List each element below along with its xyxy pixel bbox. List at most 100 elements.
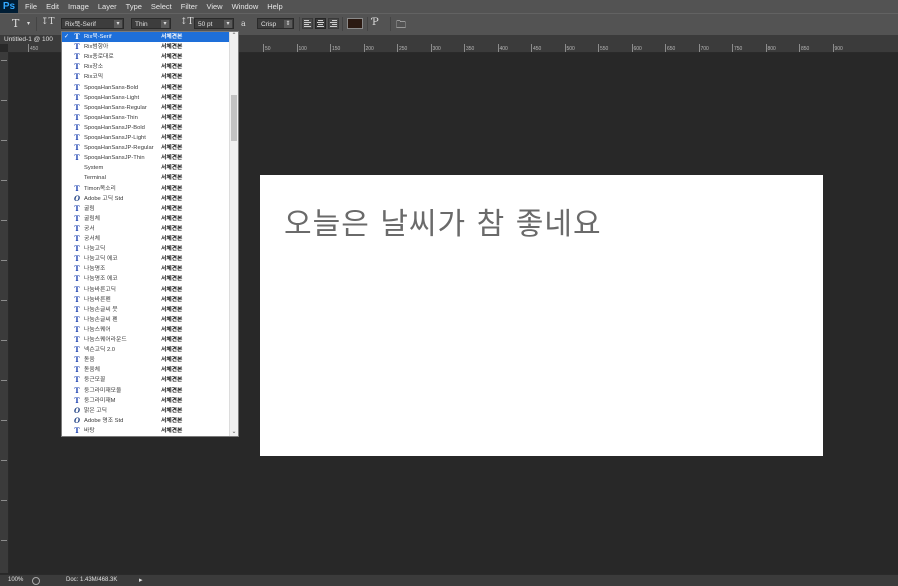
font-list-item[interactable]: O Adobe 명조 Std 서체견본 [62,416,230,426]
font-sample: 서체견본 [161,44,183,51]
font-list-item[interactable]: T 나눔손글씨 펜 서체견본 [62,315,230,325]
ruler-label: 150 [332,46,341,52]
font-list-item[interactable]: System 서체견본 [62,163,230,173]
font-name: 둥그라미재M [84,397,116,404]
character-panel-icon[interactable]: 🗀 [396,18,406,35]
font-list-item[interactable]: T 돋움 서체견본 [62,355,230,365]
font-list-item[interactable]: T 나눔바른고딕 서체견본 [62,285,230,295]
font-list-item[interactable]: T 나눔명조 서체견본 [62,264,230,274]
font-list-item[interactable]: T 궁서체 서체견본 [62,234,230,244]
type-tool-icon[interactable]: T [12,17,19,30]
scrollbar-thumb[interactable] [231,95,237,141]
menu-filter[interactable]: Filter [181,2,198,11]
font-list-item[interactable]: T 궁서 서체견본 [62,224,230,234]
menu-bar: Ps File Edit Image Layer Type Select Fil… [0,0,898,13]
font-family-dropdown[interactable]: ✓ T Rix묵-Serif 서체견본 T Rix범항아 서체견본 T Rix종로대로 서체견본 T… [61,31,239,437]
font-name: SpoqaHanSansJP-Thin [84,155,145,162]
antialias-select[interactable]: Crisp ⇕ [257,18,294,29]
scroll-down-icon[interactable]: ⌄ [230,428,238,436]
ruler-tick [263,44,264,52]
font-list-scrollbar[interactable]: ⌃ ⌄ [229,32,238,436]
font-list-item[interactable]: T Rix범항아 서체견본 [62,42,230,52]
font-list-item[interactable]: T SpoqaHanSansJP-Regular 서체견본 [62,143,230,153]
warp-text-icon[interactable]: Ƥ [372,17,379,28]
menu-image[interactable]: Image [68,2,89,11]
font-sample: 서체견본 [161,427,183,434]
font-list-item[interactable]: T SpoqaHanSansJP-Bold 서체견본 [62,123,230,133]
font-family-select[interactable]: Rix묵-Serif ▾ [61,18,124,29]
font-name: 나눔스퀘어 [84,326,111,333]
font-list-item[interactable]: T 넥슨고딕 2.0 서체견본 [62,345,230,355]
text-orientation-icon[interactable]: ↧T [41,17,55,27]
font-list-item[interactable]: T SpoqaHanSans-Light 서체견본 [62,93,230,103]
font-list-item[interactable]: T SpoqaHanSans-Bold 서체견본 [62,83,230,93]
font-name: SpoqaHanSans-Bold [84,84,139,91]
font-name: Adobe 고딕 Std [84,195,124,202]
font-list-item[interactable]: T Timon목소리 서체견본 [62,184,230,194]
font-list-item[interactable]: T Rix종로대로 서체견본 [62,52,230,62]
font-list-item[interactable]: T 나눔고딕 에코 서체견본 [62,254,230,264]
ruler-tick [1,300,7,301]
font-list-item[interactable]: T Rix장소 서체견본 [62,62,230,72]
font-name: Rix범항아 [84,44,109,51]
menu-layer[interactable]: Layer [98,2,117,11]
ruler-label: 550 [600,46,609,52]
vertical-ruler[interactable] [0,52,9,573]
menu-file[interactable]: File [25,2,37,11]
font-style-select[interactable]: Thin ▾ [131,18,171,29]
scroll-up-icon[interactable]: ⌃ [230,32,238,40]
font-sample: 서체견본 [161,225,183,232]
status-menu-arrow-icon[interactable]: ▸ [139,575,143,586]
font-name: 궁서 [84,225,95,232]
ruler-label: 450 [533,46,542,52]
status-icon[interactable] [32,577,40,585]
font-list-item[interactable]: T 돋움체 서체견본 [62,365,230,375]
font-list-item[interactable]: T 굴림 서체견본 [62,204,230,214]
align-center-button[interactable] [315,18,326,29]
font-list-item[interactable]: T 나눔스퀘어라운드 서체견본 [62,335,230,345]
font-list-item[interactable]: T 굴림체 서체견본 [62,214,230,224]
font-list-item[interactable]: O Adobe 고딕 Std 서체견본 [62,194,230,204]
truetype-font-icon: T [74,52,80,62]
tool-preset-chevron-icon[interactable]: ▾ [27,20,30,27]
ruler-tick [1,420,7,421]
font-list-item[interactable]: T SpoqaHanSansJP-Thin 서체견본 [62,153,230,163]
truetype-font-icon: T [74,324,80,334]
font-list-item[interactable]: O 맑은 고딕 서체견본 [62,406,230,416]
font-list-item[interactable]: T SpoqaHanSansJP-Light 서체견본 [62,133,230,143]
font-list-item[interactable]: Terminal 서체견본 [62,173,230,183]
font-list-item[interactable]: T 나눔스퀘어 서체견본 [62,325,230,335]
font-list-item[interactable]: T Rix코믹 서체견본 [62,72,230,82]
menu-view[interactable]: View [206,2,222,11]
document-canvas[interactable]: 오늘은 날씨가 참 좋네요 [260,175,823,456]
font-list-item[interactable]: T 나눔바른펜 서체견본 [62,295,230,305]
zoom-level[interactable]: 100% [8,575,23,586]
font-list-item[interactable]: T 나눔손글씨 붓 서체견본 [62,305,230,315]
font-list-item[interactable]: T 둥그라미재M 서체견본 [62,396,230,406]
document-tab[interactable]: Untitled-1 @ 100 [4,35,53,44]
align-left-button[interactable] [302,18,313,29]
font-list-item-selected[interactable]: ✓ T Rix묵-Serif 서체견본 [62,32,230,42]
font-name: 나눔손글씨 펜 [84,316,118,323]
font-list-item[interactable]: T 나눔명조 에코 서체견본 [62,274,230,284]
menu-window[interactable]: Window [232,2,259,11]
font-list-item[interactable]: T SpoqaHanSans-Regular 서체견본 [62,103,230,113]
font-list-item[interactable]: T 바탕 서체견본 [62,426,230,436]
truetype-font-icon: T [74,355,80,365]
menu-help[interactable]: Help [267,2,282,11]
ruler-tick [564,44,566,52]
font-list-item[interactable]: T 나눔고딕 서체견본 [62,244,230,254]
truetype-font-icon: T [74,304,80,314]
font-name: 둥근모꼴 [84,377,106,384]
font-list-item[interactable]: T SpoqaHanSans-Thin 서체견본 [62,113,230,123]
font-size-select[interactable]: 50 pt ▾ [194,18,234,29]
font-list-item[interactable]: T 둥근모꼴 서체견본 [62,375,230,385]
menu-edit[interactable]: Edit [46,2,59,11]
menu-select[interactable]: Select [151,2,172,11]
text-color-swatch[interactable] [347,18,363,29]
font-name: 나눔명조 [84,266,106,273]
text-layer[interactable]: 오늘은 날씨가 참 좋네요 [284,199,602,243]
font-list-item[interactable]: T 둥그라미재모울 서체견본 [62,386,230,396]
align-right-button[interactable] [328,18,339,29]
menu-type[interactable]: Type [126,2,142,11]
